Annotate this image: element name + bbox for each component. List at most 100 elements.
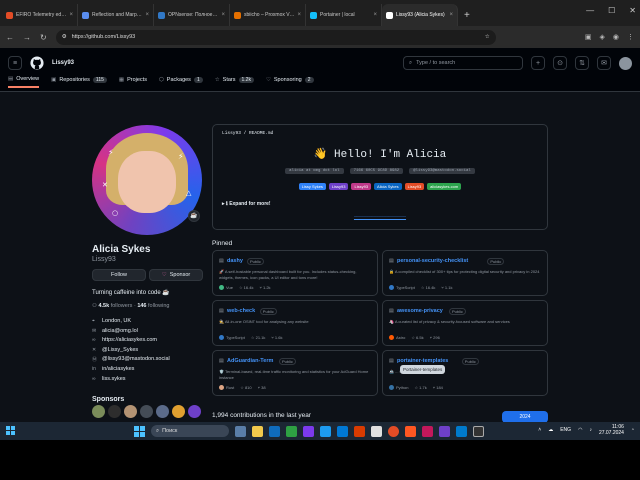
repo-name-link[interactable]: web-check bbox=[227, 308, 255, 314]
readme-badge[interactable]: Lissy93 bbox=[404, 183, 425, 190]
reload-icon[interactable]: ↻ bbox=[40, 33, 47, 42]
repo-forks[interactable]: ⑂ 1.6k bbox=[271, 335, 282, 340]
readme-expand[interactable]: ▸ ℹ Expand for more! bbox=[222, 201, 271, 207]
profile-detail-row[interactable]: in in/aliciasykes bbox=[92, 366, 170, 372]
repo-stars[interactable]: ☆ 16.4k bbox=[239, 285, 254, 290]
sponsor-avatar[interactable] bbox=[124, 405, 137, 418]
new-tab-button[interactable]: + bbox=[464, 10, 470, 21]
tab-close-icon[interactable]: × bbox=[373, 12, 377, 18]
app-icon[interactable] bbox=[405, 425, 416, 437]
profile-detail-row[interactable]: Ⓜ @lissy93@mastodon.social bbox=[92, 356, 170, 363]
tab-close-icon[interactable]: × bbox=[69, 12, 73, 18]
nav-tab-stars[interactable]: ☆ Stars 1.2k bbox=[215, 76, 254, 88]
status-emoji[interactable]: ☕ bbox=[188, 210, 200, 222]
readme-badge[interactable]: aliciasykes.com bbox=[427, 183, 462, 190]
readme-badge[interactable]: Lissy Sykes bbox=[298, 183, 326, 190]
sponsor-avatar[interactable] bbox=[188, 405, 201, 418]
edge-icon[interactable] bbox=[286, 425, 297, 437]
repo-forks[interactable]: ⑂ 184 bbox=[433, 385, 443, 390]
bookmark-star-icon[interactable]: ☆ bbox=[485, 34, 490, 40]
follow-button[interactable]: Follow bbox=[92, 269, 146, 281]
issues-icon[interactable]: ⊙ bbox=[553, 56, 567, 70]
app-icon[interactable] bbox=[354, 425, 365, 437]
browser-tab[interactable]: Lissy93 (Alicia Sykes) × bbox=[382, 4, 458, 26]
browser-tab[interactable]: Reflection and Marpin NAT – ...× bbox=[78, 4, 154, 26]
menu-icon[interactable]: ⋮ bbox=[627, 33, 634, 41]
back-icon[interactable]: ← bbox=[6, 33, 14, 42]
sponsor-avatar[interactable] bbox=[140, 405, 153, 418]
repo-name-link[interactable]: awesome-privacy bbox=[397, 308, 443, 314]
shield-icon[interactable]: ◈ bbox=[600, 33, 605, 41]
repo-forks[interactable]: ⑂ 1.1k bbox=[441, 285, 452, 290]
mail-app-icon[interactable] bbox=[337, 425, 348, 437]
minimize-icon[interactable]: — bbox=[586, 6, 594, 15]
github-logo-icon[interactable] bbox=[30, 56, 44, 70]
repo-forks[interactable]: ⑂ 1.2k bbox=[259, 285, 270, 290]
taskbar-search[interactable]: ⌕ Поиск bbox=[151, 425, 229, 437]
app-icon[interactable] bbox=[371, 425, 382, 437]
notifications-icon[interactable]: ◔ bbox=[631, 427, 634, 433]
task-view-icon[interactable] bbox=[235, 425, 246, 437]
profile-detail-row[interactable]: ∞ liss.sykes bbox=[92, 376, 170, 382]
profile-icon[interactable]: ◉ bbox=[613, 33, 619, 41]
repo-forks[interactable]: ⑂ 38 bbox=[258, 385, 266, 390]
app-icon[interactable] bbox=[303, 425, 314, 437]
tab-close-icon[interactable]: × bbox=[145, 12, 149, 18]
vscode-icon[interactable] bbox=[456, 425, 467, 437]
browser-tab[interactable]: Portainer | local × bbox=[306, 4, 382, 26]
create-new-icon[interactable]: + bbox=[531, 56, 545, 70]
sponsor-avatar[interactable] bbox=[156, 405, 169, 418]
profile-breadcrumb[interactable]: Lissy93 bbox=[52, 60, 74, 66]
search-input[interactable]: ⌕ Type / to search bbox=[403, 56, 523, 70]
repo-stars[interactable]: ☆ 1.7k bbox=[414, 385, 426, 390]
chrome-icon[interactable] bbox=[388, 425, 399, 437]
browser-tab[interactable]: EFIRO Telemetry edition – CF...× bbox=[2, 4, 78, 26]
repo-name-link[interactable]: personal-security-checklist bbox=[397, 258, 468, 264]
repo-name-link[interactable]: dashy bbox=[227, 258, 243, 264]
browser-tab[interactable]: OPNsense: Полное руководс...× bbox=[154, 4, 230, 26]
followers-line[interactable]: ⚇ 4.5k followers · 146 following bbox=[92, 303, 169, 309]
repo-forks[interactable]: ⑂ 296 bbox=[430, 335, 440, 340]
site-info-icon[interactable]: ⚙ bbox=[62, 34, 67, 40]
readme-badge[interactable]: Lissy93 bbox=[351, 183, 372, 190]
sponsor-avatar[interactable] bbox=[172, 405, 185, 418]
wifi-icon[interactable]: ◠ bbox=[578, 427, 582, 433]
repo-stars[interactable]: ☆ 6.5k bbox=[411, 335, 423, 340]
cloud-icon[interactable]: ☁ bbox=[548, 427, 553, 433]
close-icon[interactable]: ✕ bbox=[629, 6, 636, 15]
explorer-icon[interactable] bbox=[252, 425, 263, 437]
readme-footer-link[interactable]: ───────────────────── bbox=[213, 215, 547, 219]
readme-badge[interactable]: Alicia Sykes bbox=[374, 183, 402, 190]
start-icon[interactable] bbox=[134, 425, 145, 437]
repo-stars[interactable]: ☆ 810 bbox=[240, 385, 251, 390]
readme-badge[interactable]: Lissy93 bbox=[328, 183, 349, 190]
repo-name-link[interactable]: portainer-templates bbox=[397, 358, 448, 364]
store-icon[interactable] bbox=[269, 425, 280, 437]
profile-detail-row[interactable]: ✕ @Lissy_Sykes bbox=[92, 347, 170, 353]
repo-name-link[interactable]: AdGuardian-Term bbox=[227, 358, 273, 364]
chevron-up-icon[interactable]: ˄ bbox=[538, 427, 541, 433]
forward-icon[interactable]: → bbox=[23, 33, 31, 42]
pull-requests-icon[interactable]: ⇅ bbox=[575, 56, 589, 70]
avatar[interactable] bbox=[619, 56, 632, 70]
extension-icon[interactable]: ▣ bbox=[585, 33, 592, 41]
nav-tab-repositories[interactable]: ▣ Repositories 115 bbox=[51, 76, 107, 88]
tab-close-icon[interactable]: × bbox=[297, 12, 301, 18]
nav-tab-projects[interactable]: ▦ Projects bbox=[119, 76, 147, 88]
nav-tab-overview[interactable]: ▤ Overview bbox=[8, 76, 40, 88]
terminal-icon[interactable] bbox=[473, 425, 484, 437]
inbox-icon[interactable]: ✉ bbox=[597, 56, 611, 70]
sponsor-button[interactable]: ♡ Sponsor bbox=[149, 269, 203, 281]
volume-icon[interactable]: ♪ bbox=[589, 427, 592, 433]
repo-stars[interactable]: ☆ 21.1k bbox=[251, 335, 266, 340]
browser-tab[interactable]: sbiicho – Proxmox Virtual Envi...× bbox=[230, 4, 306, 26]
readme-path[interactable]: Lissy93 / README.md bbox=[222, 131, 273, 136]
clock[interactable]: 11:06 27.07.2024 bbox=[599, 424, 624, 436]
maximize-icon[interactable]: ☐ bbox=[608, 6, 615, 15]
sponsor-avatar[interactable] bbox=[108, 405, 121, 418]
app-icon[interactable] bbox=[320, 425, 331, 437]
nav-tab-sponsoring[interactable]: ♡ Sponsoring 2 bbox=[266, 76, 314, 88]
sponsor-avatar[interactable] bbox=[92, 405, 105, 418]
hamburger-icon[interactable]: ≡ bbox=[8, 56, 22, 70]
tab-close-icon[interactable]: × bbox=[221, 12, 225, 18]
